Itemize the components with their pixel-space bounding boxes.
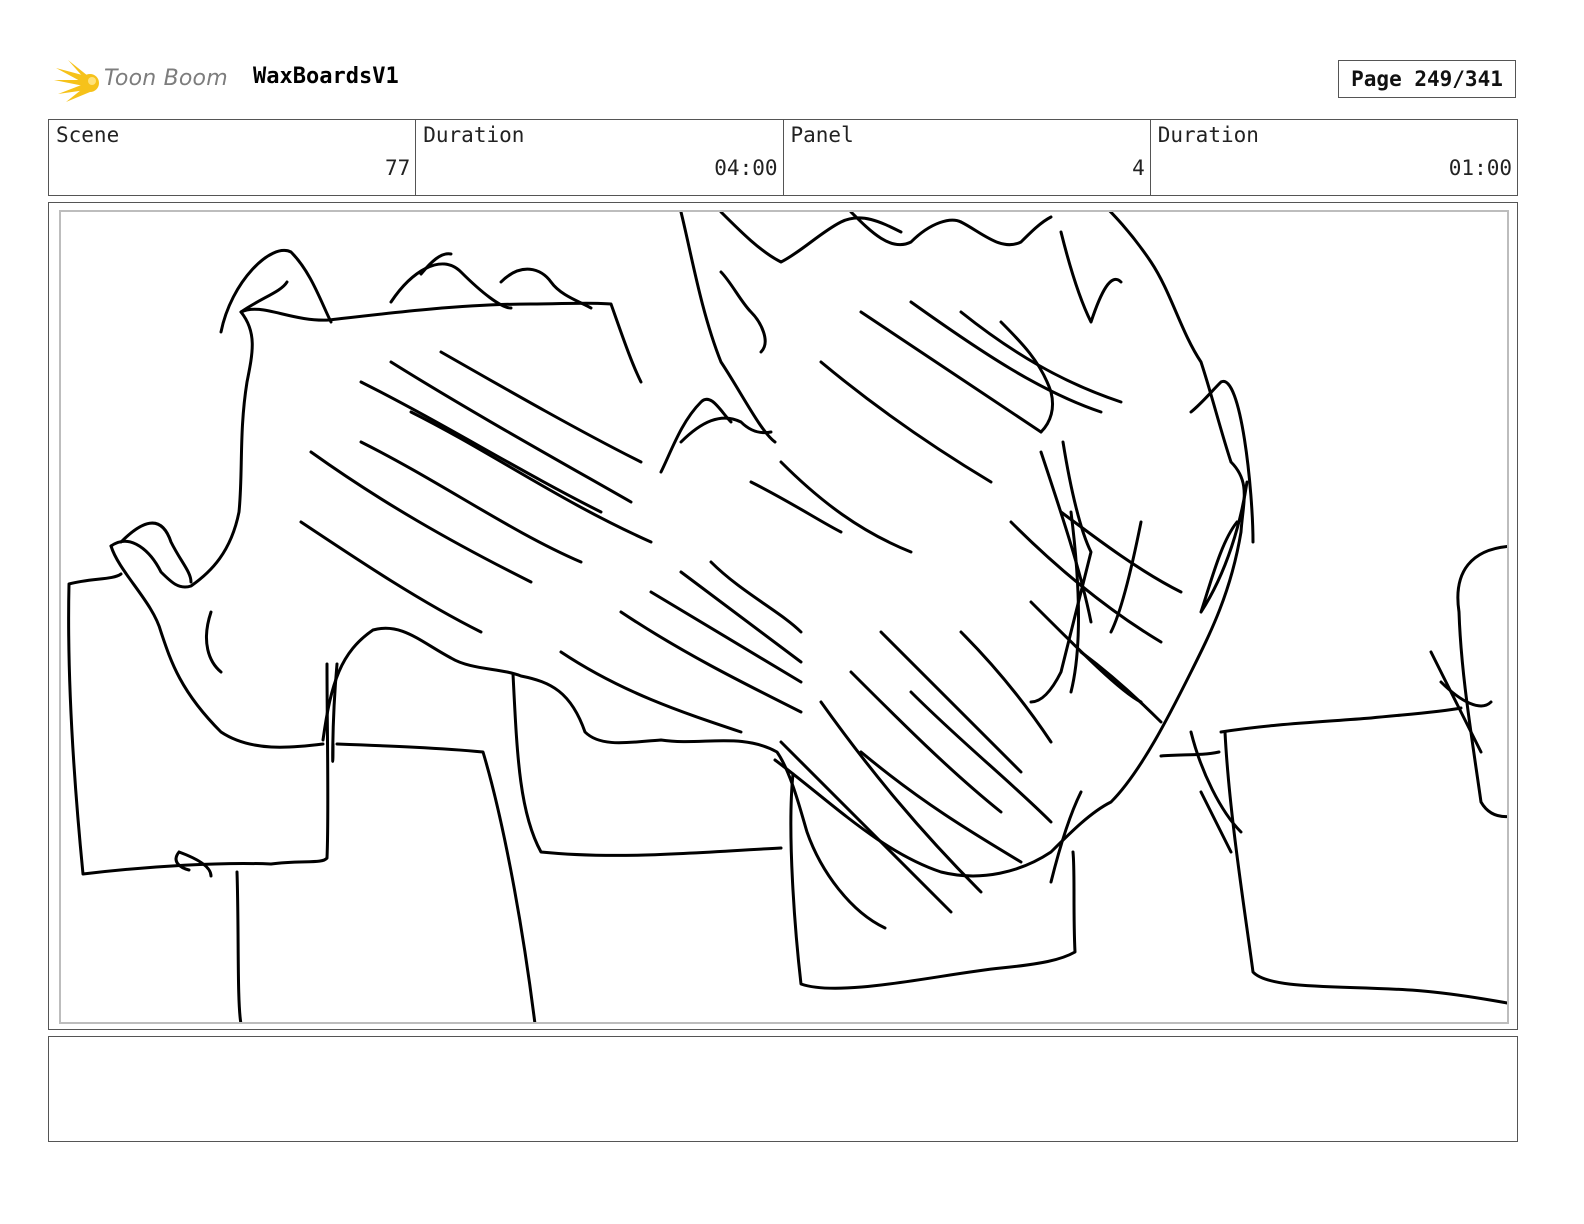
panel-notes-box	[48, 1036, 1518, 1142]
scene-duration-cell: Duration 04:00	[416, 120, 784, 195]
scene-label: Scene	[56, 123, 120, 147]
scene-duration-value: 04:00	[714, 156, 778, 180]
scene-value: 77	[384, 156, 411, 180]
panel-value: 4	[1132, 156, 1145, 180]
toon-boom-logo: Toon Boom	[52, 56, 236, 106]
panel-duration-cell: Duration 01:00	[1151, 120, 1517, 195]
panel-cell: Panel 4	[784, 120, 1151, 195]
rough-sketch-drawing	[67, 212, 1507, 1022]
panel-duration-value: 01:00	[1448, 156, 1512, 180]
panel-label: Panel	[790, 123, 854, 147]
scene-duration-label: Duration	[423, 123, 525, 147]
sunburst-logo-icon	[54, 60, 99, 102]
logo-text: Toon Boom	[104, 66, 228, 91]
scene-cell: Scene 77	[49, 120, 417, 195]
storyboard-panel-image	[59, 210, 1509, 1024]
project-name: WaxBoardsV1	[253, 64, 399, 89]
panel-duration-label: Duration	[1157, 123, 1259, 147]
scene-info-table: Scene 77 Duration 04:00 Panel 4 Duration…	[48, 119, 1518, 196]
storyboard-panel-frame	[48, 202, 1518, 1030]
page-indicator: Page 249/341	[1338, 60, 1516, 98]
